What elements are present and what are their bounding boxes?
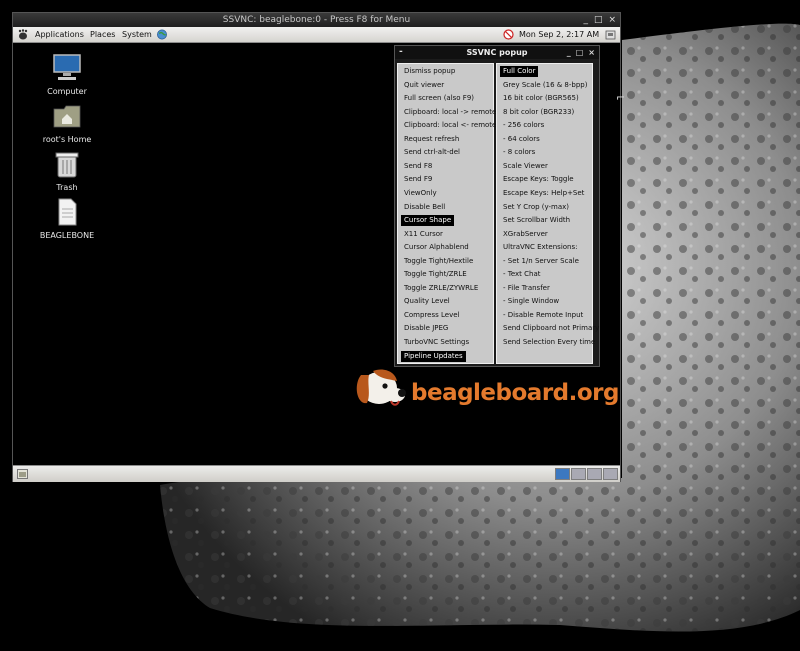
window-titlebar[interactable]: SSVNC: beaglebone:0 - Press F8 for Menu … bbox=[13, 13, 620, 27]
popup-title: SSVNC popup bbox=[466, 48, 528, 57]
popup-menu-item[interactable]: Quit viewer bbox=[401, 80, 447, 91]
popup-menu-item[interactable]: Dismiss popup bbox=[401, 66, 458, 77]
desktop-icon-home[interactable]: root's Home bbox=[32, 101, 102, 144]
popup-menu-item[interactable]: UltraVNC Extensions: bbox=[500, 242, 581, 253]
popup-menu-item[interactable]: Disable Bell bbox=[401, 202, 448, 213]
close-button[interactable]: × bbox=[608, 13, 616, 27]
popup-menu-item[interactable]: Disable JPEG bbox=[401, 323, 451, 334]
workspace-1[interactable] bbox=[555, 468, 570, 480]
popup-menu-item[interactable]: Full Color bbox=[500, 66, 539, 77]
document-icon bbox=[58, 198, 77, 226]
no-network-icon[interactable] bbox=[503, 29, 514, 40]
workspace-4[interactable] bbox=[603, 468, 618, 480]
trash-icon bbox=[55, 152, 79, 178]
desktop-icon-label: BEAGLEBONE bbox=[39, 231, 95, 240]
popup-menu-item[interactable]: Quality Level bbox=[401, 296, 453, 307]
popup-menu-item[interactable]: - Single Window bbox=[500, 296, 562, 307]
popup-menu-item[interactable]: Request refresh bbox=[401, 134, 462, 145]
logo-text: beagleboard.org bbox=[411, 380, 619, 406]
popup-minimize-button[interactable]: _ bbox=[567, 46, 571, 59]
popup-menu-item[interactable]: 8 bit color (BGR233) bbox=[500, 107, 577, 118]
web-browser-icon[interactable] bbox=[156, 29, 168, 40]
popup-menu-item[interactable]: Toggle Tight/ZRLE bbox=[401, 269, 470, 280]
popup-menu-item[interactable]: XGrabServer bbox=[500, 229, 551, 240]
menu-places[interactable]: Places bbox=[90, 27, 115, 42]
mouse-cursor-icon: ⌐ bbox=[616, 91, 626, 104]
window-title: SSVNC: beaglebone:0 - Press F8 for Menu bbox=[222, 15, 411, 25]
popup-menu-item[interactable]: 16 bit color (BGR565) bbox=[500, 93, 582, 104]
desktop-icon-label: Computer bbox=[47, 87, 87, 96]
popup-menu-item[interactable]: Pipeline Updates bbox=[401, 350, 466, 362]
home-folder-icon bbox=[53, 105, 81, 128]
popup-menu-item[interactable]: Set Y Crop (y-max) bbox=[500, 202, 572, 213]
popup-menu-item[interactable]: Send Clipboard not Primary bbox=[500, 323, 602, 334]
menu-system[interactable]: System bbox=[122, 27, 152, 42]
popup-menu-item[interactable]: - Disable Remote Input bbox=[500, 310, 586, 321]
popup-menu-item[interactable]: Clipboard: local <- remote bbox=[401, 120, 499, 131]
popup-menu-item[interactable]: Send F8 bbox=[401, 161, 435, 172]
bottom-panel bbox=[13, 465, 620, 482]
popup-menu-item[interactable]: Scale Viewer bbox=[500, 161, 551, 172]
desktop-icon-computer[interactable]: Computer bbox=[32, 53, 102, 96]
popup-menu-button[interactable]: - bbox=[399, 46, 403, 58]
ssvnc-popup: - SSVNC popup _ □ × Dismiss popup Quit vi… bbox=[394, 45, 600, 367]
beagle-dog-icon bbox=[356, 369, 406, 406]
popup-menu-item[interactable]: Compress Level bbox=[401, 310, 462, 321]
popup-close-button[interactable]: × bbox=[588, 46, 595, 59]
popup-menu-item[interactable]: Send Selection Every time bbox=[500, 337, 598, 348]
desktop-icon-trash[interactable]: Trash bbox=[32, 149, 102, 192]
popup-menu-item[interactable]: TurboVNC Settings bbox=[401, 337, 472, 348]
popup-right-column: Full Color Grey Scale (16 & 8-bpp) 16 bit … bbox=[496, 63, 599, 364]
desktop-icon-label: Trash bbox=[56, 183, 78, 192]
popup-menu-item[interactable]: - 256 colors bbox=[500, 120, 547, 131]
popup-menu-item[interactable]: - 8 colors bbox=[500, 147, 538, 158]
popup-maximize-button[interactable]: □ bbox=[576, 46, 584, 59]
popup-menu-item[interactable]: X11 Cursor bbox=[401, 229, 446, 240]
maximize-button[interactable]: □ bbox=[594, 13, 603, 27]
menu-applications[interactable]: Applications bbox=[35, 27, 84, 42]
popup-menu-item[interactable]: - File Transfer bbox=[500, 283, 553, 294]
popup-menu-item[interactable]: Toggle Tight/Hextile bbox=[401, 256, 476, 267]
show-desktop-icon[interactable] bbox=[17, 469, 28, 479]
popup-menu-item[interactable]: Grey Scale (16 & 8-bpp) bbox=[500, 80, 590, 91]
popup-titlebar[interactable]: - SSVNC popup _ □ × bbox=[395, 46, 599, 59]
desktop-icon-label: root's Home bbox=[42, 135, 92, 144]
notification-icon[interactable] bbox=[605, 29, 616, 40]
popup-menu-item[interactable]: Cursor Alphablend bbox=[401, 242, 472, 253]
popup-menu-item[interactable]: Set Scrollbar Width bbox=[500, 215, 573, 226]
popup-menu-item[interactable]: Send F9 bbox=[401, 174, 435, 185]
popup-menu-item[interactable]: Toggle ZRLE/ZYWRLE bbox=[401, 283, 481, 294]
popup-menu-item[interactable]: ViewOnly bbox=[401, 188, 440, 199]
computer-icon bbox=[53, 54, 81, 80]
popup-menu-item[interactable]: - 64 colors bbox=[500, 134, 543, 145]
popup-menu-item[interactable]: Escape Keys: Toggle bbox=[500, 174, 577, 185]
workspace-3[interactable] bbox=[587, 468, 602, 480]
workspace-2[interactable] bbox=[571, 468, 586, 480]
popup-menu-item[interactable]: Escape Keys: Help+Set bbox=[500, 188, 587, 199]
beagleboard-logo: beagleboard.org bbox=[355, 365, 619, 413]
top-panel: Applications Places System Mon Sep 2, 2:… bbox=[13, 27, 620, 43]
popup-menu-item[interactable]: Send ctrl-alt-del bbox=[401, 147, 463, 158]
gnome-foot-icon[interactable] bbox=[17, 29, 29, 40]
popup-menu-item[interactable]: Cursor Shape bbox=[401, 215, 455, 227]
popup-menu-item[interactable]: Full screen (also F9) bbox=[401, 93, 477, 104]
popup-menu-item[interactable]: - Text Chat bbox=[500, 269, 544, 280]
popup-left-column: Dismiss popup Quit viewer Full screen (als… bbox=[397, 63, 496, 364]
popup-menu-item[interactable]: - Set 1/n Server Scale bbox=[500, 256, 582, 267]
panel-clock[interactable]: Mon Sep 2, 2:17 AM bbox=[519, 27, 599, 42]
desktop-icon-beaglebone[interactable]: BEAGLEBONE bbox=[32, 197, 102, 240]
popup-menu-item[interactable]: Clipboard: local -> remote bbox=[401, 107, 499, 118]
minimize-button[interactable]: _ bbox=[583, 13, 588, 27]
